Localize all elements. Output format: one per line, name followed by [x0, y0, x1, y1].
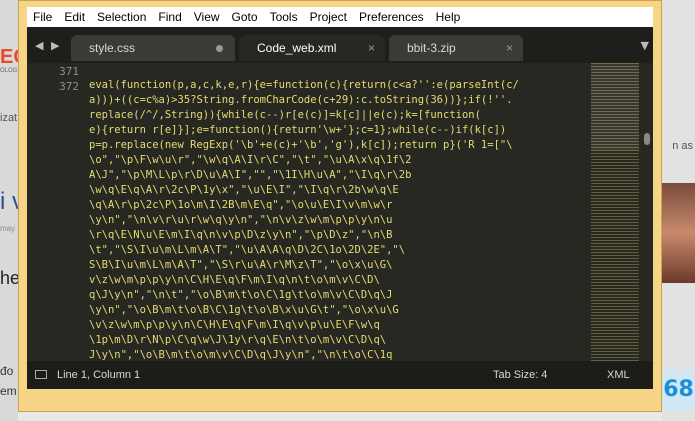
code-line: \w\q\E\q\A\r\2c\P\1y\x","\u\E\I","\I\q\r… [89, 184, 399, 196]
menu-project[interactable]: Project [304, 10, 353, 24]
menu-view[interactable]: View [188, 10, 226, 24]
background-thumbnail [662, 183, 695, 283]
tab-code-web-xml[interactable]: Code_web.xml × [239, 35, 385, 61]
cursor-position: Line 1, Column 1 [57, 369, 141, 381]
code-line: q\J\y\n","\n\t","\o\B\m\t\o\C\1g\t\o\m\v… [89, 289, 393, 301]
code-line: S\B\I\u\m\L\m\A\T","\S\r\u\A\r\M\z\T","\… [89, 259, 393, 271]
code-text[interactable]: eval(function(p,a,c,k,e,r){e=function(c)… [89, 78, 619, 361]
code-line: \v\z\w\m\p\p\y\n\C\H\E\q\F\m\I\q\v\p\u\E… [89, 319, 380, 331]
screen: EC OLOGY izat i v may he đo em n as 68 F… [0, 0, 695, 421]
tab-label: bbit-3.zip [407, 41, 456, 55]
code-line: \y\n","\o\B\m\t\o\B\C\1g\t\o\B\x\u\G\t",… [89, 304, 399, 316]
background-right-text: n as [672, 140, 693, 152]
background-badge: 68 [662, 370, 695, 410]
editor-area: ◀ ▶ style.css Code_web.xml × bbit-3.zip … [27, 27, 653, 389]
menu-tools[interactable]: Tools [264, 10, 304, 24]
tab-scroll-right-icon[interactable]: ▶ [51, 39, 59, 52]
tab-list-dropdown-icon[interactable]: ▼ [641, 39, 649, 52]
code-line: p=p.replace(new RegExp('\b'+e(c)+'\b','g… [89, 139, 513, 151]
editor-window: File Edit Selection Find View Goto Tools… [18, 0, 662, 412]
modified-dot-icon[interactable] [216, 45, 223, 52]
line-number: 372 [59, 80, 79, 93]
scrollbar-thumb[interactable] [644, 133, 650, 145]
vertical-scrollbar[interactable] [641, 63, 651, 361]
code-line: e){return r[e]}];e=function(){return'\w+… [89, 124, 507, 136]
line-number: 371 [59, 65, 79, 78]
code-line: \r\q\E\N\u\E\m\I\q\n\v\p\D\z\y\n","\p\D\… [89, 229, 393, 241]
menu-selection[interactable]: Selection [91, 10, 152, 24]
code-line: a)))+((c=c%a)>35?String.fromCharCode(c+2… [89, 94, 513, 106]
code-editor[interactable]: 371 372 eval(function(p,a,c,k,e,r){e=fun… [27, 63, 653, 361]
menu-edit[interactable]: Edit [58, 10, 91, 24]
menu-help[interactable]: Help [430, 10, 467, 24]
tab-size-selector[interactable]: Tab Size: 4 [493, 369, 547, 381]
background-text-3: em [0, 384, 17, 398]
tab-style-css[interactable]: style.css [71, 35, 235, 61]
code-line: v\z\w\m\p\p\y\n\C\H\E\q\F\m\I\q\n\t\o\m\… [89, 274, 380, 286]
background-text-1: izat [0, 112, 18, 124]
line-number-gutter: 371 372 [27, 63, 87, 361]
panel-toggle-icon[interactable] [35, 370, 47, 379]
minimap-viewport[interactable] [591, 63, 639, 151]
tab-scroll-left-icon[interactable]: ◀ [35, 39, 43, 52]
tab-label: style.css [89, 41, 136, 55]
close-icon[interactable]: × [368, 41, 375, 55]
code-line: \y\n","\n\v\r\u\r\w\q\y\n","\n\v\z\w\m\p… [89, 214, 393, 226]
tab-bar: ◀ ▶ style.css Code_web.xml × bbit-3.zip … [27, 27, 653, 63]
tab-label: Code_web.xml [257, 41, 337, 55]
code-line: \o","\p\F\w\u\r","\w\q\A\I\r\C","\t","\u… [89, 154, 412, 166]
code-line: replace(/^/,String)){while(c--)r[e(c)]=k… [89, 109, 481, 121]
code-line: \1p\m\D\r\N\p\C\q\w\J\1y\r\q\E\n\t\o\m\v… [89, 334, 387, 346]
background-text-2: đo [0, 364, 14, 378]
menu-bar: File Edit Selection Find View Goto Tools… [27, 7, 653, 27]
code-line: eval(function(p,a,c,k,e,r){e=function(c)… [89, 79, 519, 91]
tab-bbit-3-zip[interactable]: bbit-3.zip × [389, 35, 523, 61]
menu-preferences[interactable]: Preferences [353, 10, 430, 24]
menu-find[interactable]: Find [152, 10, 187, 24]
status-bar: Line 1, Column 1 Tab Size: 4 XML [27, 361, 653, 389]
code-line: \t","\S\I\u\m\L\m\A\T","\u\A\A\q\D\2C\1o… [89, 244, 406, 256]
menu-goto[interactable]: Goto [226, 10, 264, 24]
background-meta: may [0, 224, 16, 233]
close-icon[interactable]: × [506, 41, 513, 55]
syntax-selector[interactable]: XML [607, 369, 630, 381]
code-line: \q\A\r\p\2c\P\1o\m\I\2B\m\E\q","\o\u\E\I… [89, 199, 393, 211]
menu-file[interactable]: File [27, 10, 58, 24]
code-line: J\y\n","\o\B\m\t\o\m\v\C\D\q\J\y\n","\n\… [89, 349, 393, 361]
code-line: A\J","\p\M\L\p\r\D\u\A\I","","\1I\H\u\A"… [89, 169, 412, 181]
